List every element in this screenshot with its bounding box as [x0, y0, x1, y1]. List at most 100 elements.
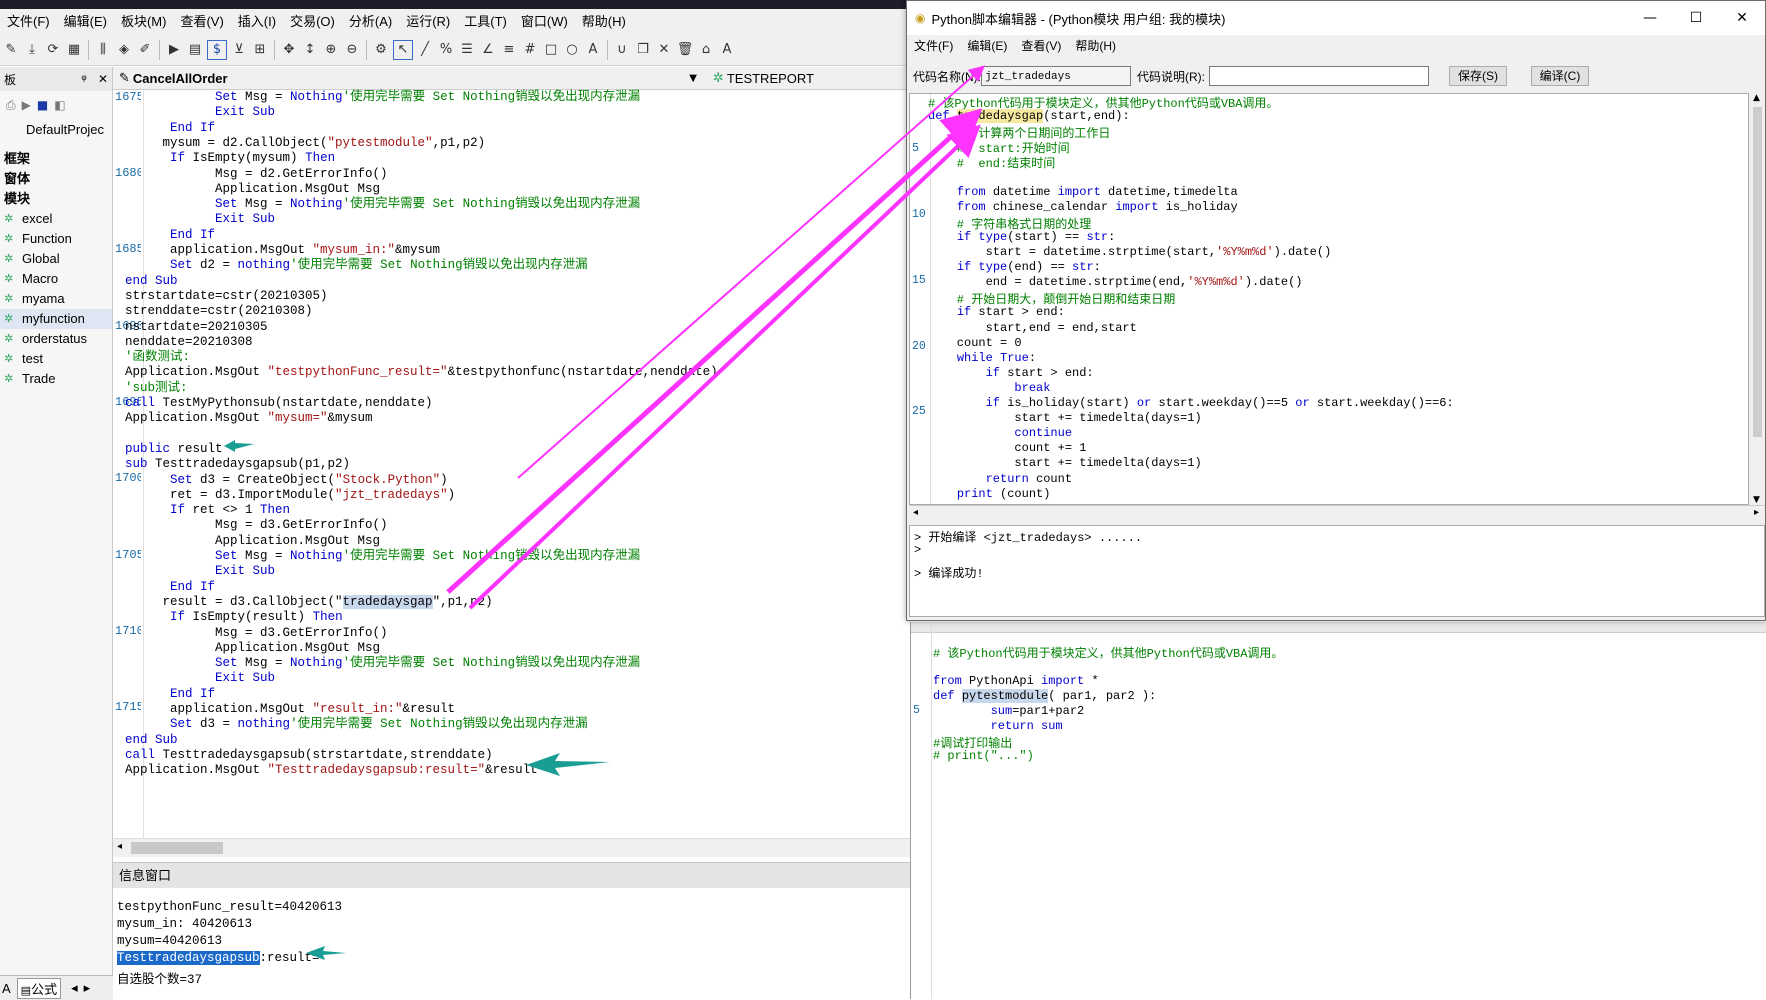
scroll-up-icon[interactable]: ▲ [1753, 93, 1760, 103]
printer-icon[interactable]: ⎙ [6, 98, 16, 113]
level-icon[interactable]: ≡ [500, 41, 518, 59]
zoom-in-icon[interactable]: ⊕ [322, 41, 340, 59]
tree-item-module[interactable]: ✲ Function [0, 229, 112, 249]
menu-view[interactable]: 查看(V) [1014, 34, 1068, 59]
menu-tools[interactable]: 工具(T) [457, 9, 514, 34]
tree-item-module[interactable]: ✲ test [0, 349, 112, 369]
tab-testreport[interactable]: ✲ TESTREPORT [707, 71, 820, 86]
tree-section-frames[interactable]: 框架 [0, 149, 112, 169]
horizontal-scrollbar[interactable]: ◂ ▸ [909, 505, 1765, 522]
magnet-icon[interactable]: ∪ [613, 41, 631, 59]
scroll-left-icon[interactable]: ◂ [913, 507, 918, 518]
move-icon[interactable]: ✥ [280, 41, 298, 59]
tab-a[interactable]: A [2, 981, 11, 996]
circle-icon[interactable]: ○ [563, 41, 581, 59]
menu-help[interactable]: 帮助(H) [575, 9, 633, 34]
cursor-icon[interactable]: ↖ [393, 39, 413, 60]
close-button[interactable]: ✕ [1719, 1, 1765, 35]
tree-section-forms[interactable]: 窗体 [0, 169, 112, 189]
pin-icon[interactable]: ᵠ [81, 72, 86, 86]
scroll-left-icon[interactable]: ◂ [71, 981, 78, 996]
menu-file[interactable]: 文件(F) [907, 34, 960, 59]
menu-view[interactable]: 查看(V) [173, 9, 230, 34]
menu-trade[interactable]: 交易(O) [283, 9, 342, 34]
bars-icon[interactable]: ☰ [458, 41, 476, 59]
project-tab[interactable]: DefaultProjec [26, 119, 112, 141]
diamond-icon[interactable]: ◈ [115, 41, 133, 59]
background-python-editor[interactable]: 5 # 该Python代码用于模块定义，供其他Python代码或VBA调用。 fr… [910, 622, 1766, 999]
run-icon[interactable]: ▶ [22, 98, 31, 112]
filter-dollar-icon[interactable]: ⊻ [230, 41, 248, 59]
menu-insert[interactable]: 插入(I) [231, 9, 283, 34]
rectangle-icon[interactable]: □ [542, 41, 560, 59]
tree-section-modules[interactable]: 模块 [0, 189, 112, 209]
play-icon[interactable]: ▶ [165, 41, 183, 59]
menu-edit[interactable]: 编辑(E) [57, 9, 114, 34]
toggle-icon[interactable]: ◧ [54, 98, 65, 112]
gear-icon[interactable]: ⚙ [372, 41, 390, 59]
menu-help[interactable]: 帮助(H) [1068, 34, 1123, 59]
vertical-scrollbar[interactable]: ▲ ▼ [1750, 93, 1765, 505]
copy-icon[interactable]: ❐ [634, 41, 652, 59]
table-icon[interactable]: ⊞ [251, 41, 269, 59]
hash-icon[interactable]: # [521, 41, 539, 59]
chevron-down-icon[interactable]: ▼ [689, 73, 697, 84]
code-token: &result [402, 702, 456, 716]
tree-item-module[interactable]: ✲ Trade [0, 369, 112, 389]
minimize-button[interactable]: — [1627, 1, 1673, 35]
compile-button[interactable]: 编译(C) [1531, 66, 1589, 86]
tree-item-module[interactable]: ✲ Global [0, 249, 112, 269]
code-name-field[interactable]: jzt_tradedays [981, 66, 1131, 86]
maximize-button[interactable]: ☐ [1673, 1, 1719, 35]
horizontal-scrollbar[interactable]: ◂ [113, 838, 910, 857]
font-icon[interactable]: A [718, 41, 736, 59]
pencil-icon[interactable]: ✎ [2, 41, 20, 59]
code-token: PythonApi [961, 674, 1042, 688]
scroll-right-icon[interactable]: ▸ [84, 981, 91, 996]
python-editor-menu-bar: 文件(F) 编辑(E) 查看(V) 帮助(H) [907, 35, 1765, 57]
menu-window[interactable]: 窗口(W) [514, 9, 575, 34]
download-icon[interactable]: ⤓ [23, 41, 41, 59]
lock-icon[interactable]: ⌂ [697, 41, 715, 59]
code-token: ,p1,p2) [432, 135, 486, 150]
code-editor[interactable]: 1675 1680 1685 1690 1695 1700 1705 1710 1715 Set… [113, 90, 910, 838]
scroll-left-icon[interactable]: ◂ [117, 841, 122, 852]
document-icon[interactable]: ▤ [186, 41, 204, 59]
percent-icon[interactable]: % [437, 41, 455, 59]
vertical-scroll-icon[interactable]: ↕ [301, 41, 319, 59]
angle-icon[interactable]: ∠ [479, 41, 497, 59]
stop-icon[interactable]: ■ [37, 98, 48, 112]
candlestick-icon[interactable]: ⫼ [94, 41, 112, 59]
grid-icon[interactable]: ▦ [65, 41, 83, 59]
menu-run[interactable]: 运行(R) [399, 9, 457, 34]
scrollbar-thumb[interactable] [131, 842, 223, 854]
dollar-icon[interactable]: $ [207, 39, 227, 60]
close-icon[interactable]: ✕ [98, 72, 108, 86]
python-code-editor[interactable]: 5 10 15 20 25 # 该Python代码用于模块定义，供其他Python代码或… [909, 93, 1749, 505]
zoom-out-icon[interactable]: ⊖ [343, 41, 361, 59]
menu-sector[interactable]: 板块(M) [114, 9, 174, 34]
save-button[interactable]: 保存(S) [1449, 66, 1507, 86]
tree-item-module[interactable]: ✲ orderstatus [0, 329, 112, 349]
scroll-down-icon[interactable]: ▼ [1753, 495, 1760, 505]
tab-formula[interactable]: ▤公式 [16, 977, 62, 999]
tree-item-module[interactable]: ✲ myfunction [0, 309, 112, 329]
tree-item-module[interactable]: ✲ myama [0, 289, 112, 309]
tab-cancelallorder[interactable]: ✎ CancelAllOrder [113, 71, 234, 86]
code-desc-field[interactable] [1209, 66, 1429, 86]
delete-icon[interactable]: 🗑 [676, 41, 694, 59]
text-tool-icon[interactable]: A [584, 41, 602, 59]
tree-item-module[interactable]: ✲ Macro [0, 269, 112, 289]
edit-icon[interactable]: ✐ [136, 41, 154, 59]
tree-item-module[interactable]: ✲ excel [0, 209, 112, 229]
scrollbar-thumb[interactable] [1753, 107, 1762, 437]
menu-file[interactable]: 文件(F) [0, 9, 57, 34]
menu-edit[interactable]: 编辑(E) [960, 34, 1014, 59]
line-icon[interactable]: ╱ [416, 41, 434, 59]
close-icon[interactable]: ✕ [655, 41, 673, 59]
menu-analysis[interactable]: 分析(A) [342, 9, 399, 34]
refresh-icon[interactable]: ⟳ [44, 41, 62, 59]
scroll-right-icon[interactable]: ▸ [1754, 507, 1759, 518]
